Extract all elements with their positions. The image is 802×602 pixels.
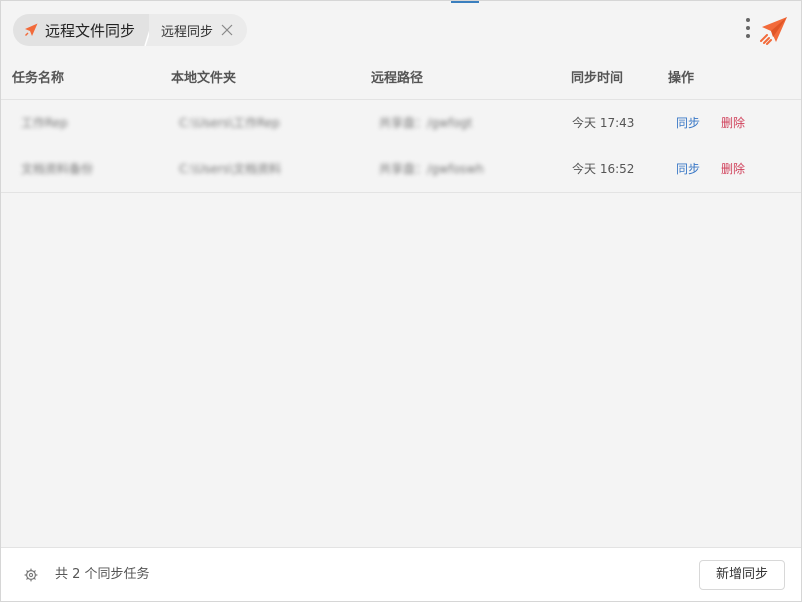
sync-time-cell: 今天 16:52: [572, 162, 635, 176]
gear-icon[interactable]: [24, 568, 38, 582]
more-vertical-icon[interactable]: [744, 18, 752, 42]
app-window: 远程文件同步 远程同步 任务名称 本地文件夹 远程路径 同步时间 操作 工作Re…: [0, 0, 802, 602]
header: 远程文件同步 远程同步: [1, 1, 801, 59]
column-header-task-name: 任务名称: [12, 71, 65, 86]
remote-path-cell: 共享盘：/gwfogt: [379, 116, 473, 130]
rocket-icon: [25, 23, 38, 36]
column-header-remote-path: 远程路径: [371, 71, 424, 86]
local-folder-cell: C:\Users\文档资料: [179, 162, 282, 176]
task-name-cell: 工作Rep: [21, 116, 68, 130]
column-header-sync-time: 同步时间: [571, 71, 624, 86]
sync-time-cell: 今天 17:43: [572, 116, 635, 130]
table-header: 任务名称 本地文件夹 远程路径 同步时间 操作: [1, 59, 801, 100]
add-sync-button[interactable]: 新增同步: [699, 560, 785, 590]
close-icon[interactable]: [221, 24, 233, 36]
tab-remote-file-sync[interactable]: 远程文件同步: [13, 14, 149, 46]
delete-button[interactable]: 删除: [721, 100, 757, 146]
sync-button[interactable]: 同步: [676, 100, 712, 146]
footer: 共 2 个同步任务 新增同步: [1, 547, 801, 601]
delete-button[interactable]: 删除: [721, 146, 757, 192]
column-header-local-folder: 本地文件夹: [171, 71, 237, 86]
sync-button[interactable]: 同步: [676, 146, 712, 192]
remote-path-cell: 共享盘：/gwfoswh: [379, 162, 484, 176]
task-count-text: 共 2 个同步任务: [55, 567, 150, 582]
task-name-cell: 文档资料备份: [21, 162, 94, 176]
tab-sub-label: 远程同步: [161, 24, 214, 40]
paper-plane-logo: [760, 17, 787, 45]
local-folder-cell: C:\Users\工作Rep: [179, 116, 280, 130]
table-row: 工作Rep C:\Users\工作Rep 共享盘：/gwfogt 今天 17:4…: [1, 100, 801, 147]
table-row: 文档资料备份 C:\Users\文档资料 共享盘：/gwfoswh 今天 16:…: [1, 146, 801, 193]
tab-remote-sync[interactable]: 远程同步: [149, 14, 247, 46]
column-header-actions: 操作: [668, 71, 695, 86]
tab-main-label: 远程文件同步: [45, 21, 136, 40]
